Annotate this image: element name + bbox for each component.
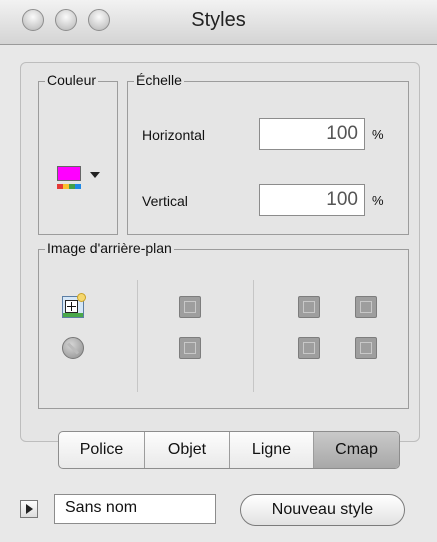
- new-style-button[interactable]: Nouveau style: [240, 494, 405, 526]
- style-name-field[interactable]: Sans nom: [54, 494, 216, 524]
- color-swatch: [57, 166, 81, 181]
- horizontal-scale-input[interactable]: 100: [259, 118, 365, 150]
- couleur-group: Couleur: [38, 72, 118, 235]
- color-picker-button[interactable]: [57, 166, 100, 196]
- crop-icon[interactable]: [298, 337, 320, 359]
- background-image-group-label: Image d'arrière-plan: [45, 240, 174, 256]
- tab-bar: Police Objet Ligne Cmap: [58, 431, 400, 469]
- echelle-group-label: Échelle: [134, 72, 184, 88]
- divider: [253, 280, 254, 392]
- vertical-unit: %: [372, 193, 384, 208]
- chevron-down-icon[interactable]: [90, 172, 100, 178]
- vertical-label: Vertical: [142, 193, 188, 209]
- fit-icon[interactable]: [355, 296, 377, 318]
- tile-bottom-icon[interactable]: [179, 337, 201, 359]
- no-image-icon[interactable]: [62, 337, 84, 359]
- tab-police[interactable]: Police: [59, 432, 145, 468]
- color-palette-bar: [57, 184, 81, 189]
- vertical-scale-input[interactable]: 100: [259, 184, 365, 216]
- tile-top-icon[interactable]: [179, 296, 201, 318]
- echelle-group: Échelle Horizontal 100 % Vertical 100 %: [127, 72, 409, 235]
- styles-panel: Couleur Échelle Horizontal 100 % Vertica…: [20, 62, 420, 442]
- horizontal-unit: %: [372, 127, 384, 142]
- couleur-group-label: Couleur: [45, 72, 99, 88]
- add-image-icon[interactable]: [62, 293, 86, 318]
- tab-cmap[interactable]: Cmap: [314, 432, 399, 468]
- stretch-icon[interactable]: [298, 296, 320, 318]
- tab-ligne[interactable]: Ligne: [230, 432, 314, 468]
- background-image-group: Image d'arrière-plan: [38, 240, 409, 409]
- title-bar: Styles: [0, 0, 437, 45]
- flip-icon[interactable]: [355, 337, 377, 359]
- tab-objet[interactable]: Objet: [145, 432, 230, 468]
- disclosure-triangle-icon[interactable]: [20, 500, 38, 518]
- window-title: Styles: [191, 9, 246, 31]
- horizontal-label: Horizontal: [142, 127, 206, 143]
- divider: [137, 280, 138, 392]
